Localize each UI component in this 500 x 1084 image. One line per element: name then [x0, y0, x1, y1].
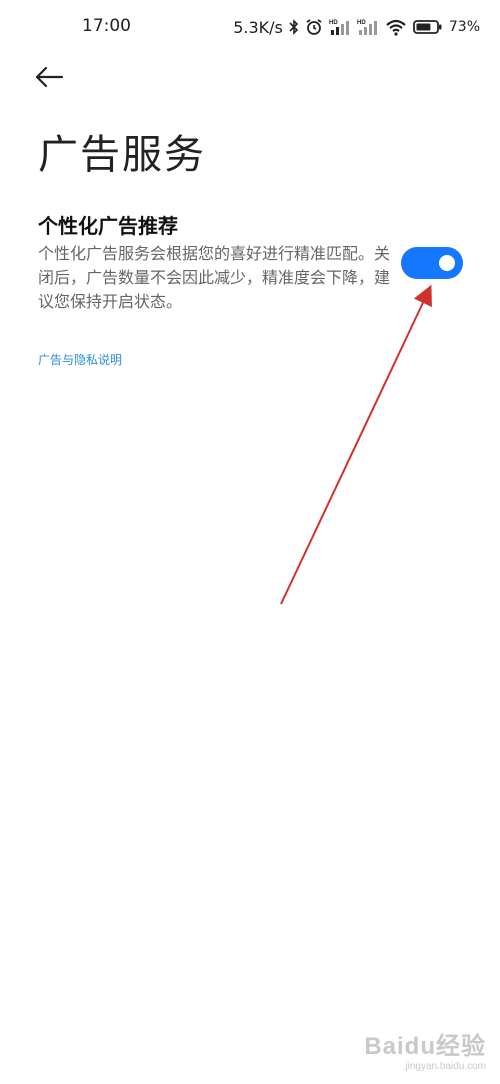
- setting-description: 个性化广告服务会根据您的喜好进行精准匹配。关闭后，广告数量不会因此减少，精准度会…: [38, 244, 391, 311]
- network-speed: 5.3K/s: [233, 17, 283, 37]
- status-icons: 5.3K/s HD HD 73%: [233, 16, 480, 38]
- status-time: 17:00: [82, 16, 131, 36]
- battery-icon: [412, 19, 443, 35]
- cell-signal-icon: HD: [329, 18, 351, 36]
- bluetooth-icon: [289, 19, 299, 35]
- watermark-url: jingyan.baidu.com: [405, 1061, 486, 1072]
- toggle-knob: [439, 255, 455, 271]
- setting-title: 个性化广告推荐: [38, 214, 178, 238]
- back-arrow-icon: [34, 66, 64, 92]
- battery-percent: 73%: [448, 19, 480, 35]
- alarm-icon: [305, 18, 323, 36]
- wifi-icon: [385, 18, 407, 36]
- svg-text:HD: HD: [329, 20, 338, 26]
- svg-text:HD: HD: [357, 20, 366, 26]
- watermark-logo: Baidu经验: [364, 1033, 486, 1060]
- page-title: 广告服务: [38, 132, 206, 178]
- back-button[interactable]: [34, 62, 74, 96]
- personalized-ads-toggle[interactable]: [401, 247, 463, 279]
- status-bar: 17:00 5.3K/s HD HD 73%: [0, 0, 500, 56]
- cell-signal-2-icon: HD: [357, 18, 379, 36]
- watermark: Baidu经验 jingyan.baidu.com: [364, 1026, 486, 1072]
- ad-privacy-link[interactable]: 广告与隐私说明: [38, 351, 122, 368]
